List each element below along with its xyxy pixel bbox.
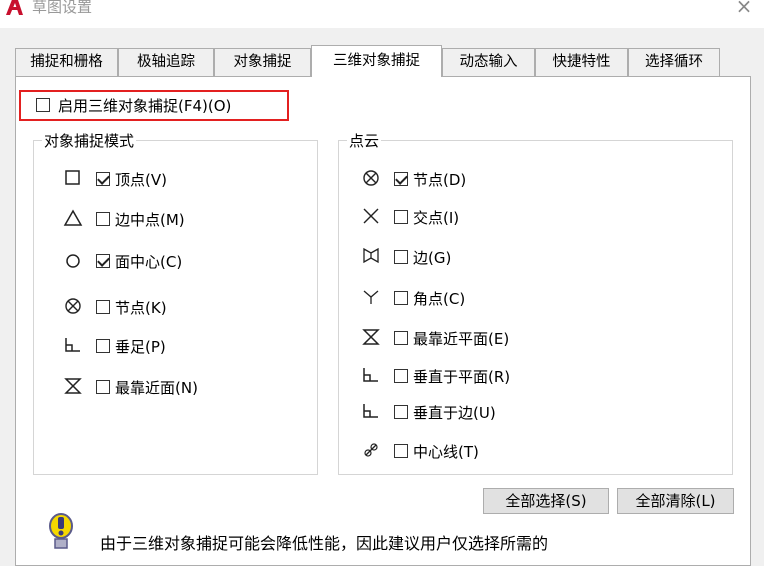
- pc-perp-plane-checkbox[interactable]: [394, 369, 408, 383]
- pc-centerline-label: 中心线(T): [413, 443, 479, 461]
- perpendicular-label: 垂足(P): [115, 338, 166, 356]
- face-center-label: 面中心(C): [115, 253, 183, 271]
- tab-polar-tracking[interactable]: 极轴追踪: [118, 48, 214, 76]
- tab-snap-grid[interactable]: 捕捉和栅格: [15, 48, 118, 76]
- edge-marker-icon: [363, 247, 379, 264]
- square-marker-icon: [65, 170, 80, 185]
- window-title: 草图设置: [32, 0, 93, 16]
- intersection-marker-icon: [363, 208, 379, 224]
- lightbulb-icon: [49, 513, 73, 549]
- perpendicular-marker-icon: [65, 338, 80, 352]
- select-all-button[interactable]: 全部选择(S): [483, 488, 609, 514]
- tab-quick-properties[interactable]: 快捷特性: [535, 48, 628, 76]
- pc-intersection-label: 交点(I): [413, 209, 460, 227]
- enable-checkbox-label: 启用三维对象捕捉(F4)(O): [58, 97, 232, 115]
- face-center-checkbox[interactable]: [96, 254, 110, 268]
- vertex-checkbox[interactable]: [96, 172, 110, 186]
- pc-centerline-checkbox[interactable]: [394, 444, 408, 458]
- autocad-app-icon: [6, 0, 23, 15]
- nearest-face-checkbox[interactable]: [96, 380, 110, 394]
- pc-edge-checkbox[interactable]: [394, 250, 408, 264]
- close-button[interactable]: ×: [732, 0, 756, 18]
- knot-label: 节点(K): [115, 299, 167, 317]
- pc-intersection-checkbox[interactable]: [394, 210, 408, 224]
- nearest-plane-marker-icon: [362, 329, 380, 345]
- pc-nearest-plane-label: 最靠近平面(E): [413, 330, 510, 348]
- pc-node-label: 节点(D): [413, 171, 467, 189]
- perpendicular-marker-icon: [363, 368, 378, 382]
- perpendicular-checkbox[interactable]: [96, 339, 110, 353]
- vertex-label: 顶点(V): [115, 171, 167, 189]
- pc-perp-edge-checkbox[interactable]: [394, 405, 408, 419]
- perpendicular-marker-icon: [363, 404, 378, 418]
- pc-node-checkbox[interactable]: [394, 172, 408, 186]
- pc-perp-plane-label: 垂直于平面(R): [413, 368, 511, 386]
- clear-all-button[interactable]: 全部清除(L): [617, 488, 734, 514]
- edge-midpoint-label: 边中点(M): [115, 211, 185, 229]
- triangle-marker-icon: [63, 209, 83, 226]
- point-cloud-title: 点云: [347, 130, 382, 151]
- node-marker-icon: [363, 170, 379, 186]
- performance-note: 由于三维对象捕捉可能会降低性能，因此建议用户仅选择所需的: [100, 534, 549, 553]
- tab-selection-cycling[interactable]: 选择循环: [628, 48, 720, 76]
- edge-midpoint-checkbox[interactable]: [96, 212, 110, 226]
- pc-corner-checkbox[interactable]: [394, 291, 408, 305]
- pc-corner-label: 角点(C): [413, 290, 466, 308]
- centerline-marker-icon: [364, 443, 378, 457]
- node-marker-icon: [65, 298, 81, 314]
- tab-object-snap[interactable]: 对象捕捉: [214, 48, 311, 76]
- pc-perp-edge-label: 垂直于边(U): [413, 404, 496, 422]
- nearest-marker-icon: [64, 378, 82, 394]
- pc-nearest-plane-checkbox[interactable]: [394, 331, 408, 345]
- nearest-face-label: 最靠近面(N): [115, 379, 198, 397]
- point-cloud-group: 点云: [338, 130, 733, 475]
- knot-checkbox[interactable]: [96, 300, 110, 314]
- tab-3d-object-snap[interactable]: 三维对象捕捉: [311, 45, 442, 77]
- snap-modes-title: 对象捕捉模式: [42, 130, 137, 151]
- tab-dynamic-input[interactable]: 动态输入: [442, 48, 535, 76]
- circle-marker-icon: [66, 254, 80, 268]
- pc-edge-label: 边(G): [413, 249, 452, 267]
- enable-checkbox-box[interactable]: [36, 98, 50, 112]
- title-bar: 草图设置 ×: [0, 0, 764, 28]
- corner-marker-icon: [363, 290, 379, 304]
